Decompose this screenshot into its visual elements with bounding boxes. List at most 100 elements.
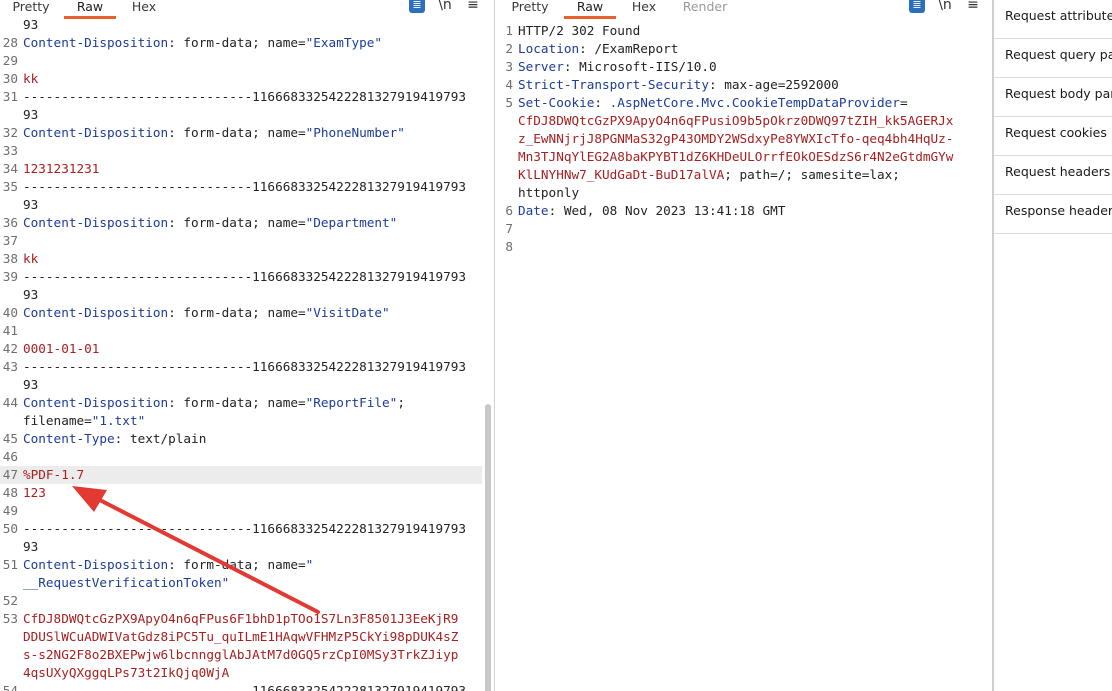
code-line: Set-Cookie: .AspNetCore.Mvc.CookieTempDa… [518, 94, 908, 112]
code-token: Content-Type [23, 431, 115, 446]
response-view-tabs: Pretty Raw Hex Render ≣ \n ≡ [495, 0, 992, 19]
tab-raw[interactable]: Raw [64, 0, 116, 19]
code-token: Set-Cookie [518, 95, 595, 110]
line-number: 5 [505, 95, 513, 110]
code-line: Content-Disposition: form-data; name="Vi… [23, 304, 390, 322]
request-raw-editor[interactable]: 93 28 Content-Disposition: form-data; name… [0, 16, 494, 691]
inspector-request-body-params[interactable]: Request body para [994, 78, 1112, 117]
code-token: Mn3TJNqYlEG2A8baKPYBT1dZ6KHDeULOrrfEOkOE… [518, 149, 954, 164]
code-token: : /ExamReport [579, 41, 679, 56]
menu-icon[interactable]: ≡ [965, 0, 981, 13]
wrap-icon[interactable]: ≣ [909, 0, 925, 13]
code-line: kk [23, 70, 38, 88]
code-token: 0001-01-01 [23, 341, 100, 356]
code-token: "VisitDate" [305, 305, 390, 320]
code-token: ------------------------------1166683325… [23, 521, 467, 536]
request-editor-pane: Pretty Raw Hex ≣ \n ≡ 93 28 Content-Dispos… [0, 0, 495, 691]
code-token: : form-data; name= [168, 125, 306, 140]
code-token: "PhoneNumber" [305, 125, 405, 140]
request-scrollbar[interactable] [485, 404, 491, 691]
code-token: : text/plain [114, 431, 207, 446]
code-token: 93 [23, 17, 39, 32]
line-number: 47 [2, 467, 18, 482]
code-line: DDUSlWCuADWIVatGdz8iPC5Tu_quILmE1HAqwVFH… [23, 628, 458, 646]
line-number: 42 [2, 341, 18, 356]
newline-icon[interactable]: \n [937, 0, 953, 13]
code-token: KlLNYHNw7_KUdGaDt-BuD17alVA [518, 167, 725, 182]
code-line: Server: Microsoft-IIS/10.0 [518, 58, 717, 76]
menu-icon[interactable]: ≡ [465, 0, 481, 13]
response-editor-pane: Pretty Raw Hex Render ≣ \n ≡ 1 HTTP/2 302… [495, 0, 994, 691]
line-number: 40 [2, 305, 18, 320]
code-token: __RequestVerificationToken" [23, 575, 230, 590]
line-number: 54 [2, 683, 18, 691]
code-token: : form-data; name= [168, 35, 306, 50]
code-token: CfDJ8DWQtcGzPX9ApyO4n6qFPusiO9b5pOkrz0DW… [518, 113, 954, 128]
tab-pretty[interactable]: Pretty [505, 0, 555, 16]
code-line: filename="1.txt" [23, 412, 145, 430]
code-token: Content-Disposition [23, 215, 169, 230]
code-token: 93 [23, 539, 39, 554]
newline-icon[interactable]: \n [437, 0, 453, 13]
code-line: %PDF-1.7 [23, 466, 84, 484]
code-token: Location [518, 41, 580, 56]
wrap-icon[interactable]: ≣ [409, 0, 425, 13]
code-token: ------------------------------1166683325… [23, 359, 467, 374]
inspector-request-cookies[interactable]: Request cookies [994, 117, 1112, 156]
code-token: 93 [23, 107, 39, 122]
line-number: 7 [505, 221, 513, 236]
code-line: __RequestVerificationToken" [23, 574, 229, 592]
code-token: = [899, 95, 908, 110]
inspector-request-attributes[interactable]: Request attributes [994, 0, 1112, 39]
code-token: kk [23, 251, 39, 266]
code-line: z_EwNNjrjJ8PGNMaS32gP43OMDY2WSdxyPe8YWXI… [518, 130, 953, 148]
line-number: 44 [2, 395, 18, 410]
code-line: ------------------------------1166683325… [23, 520, 466, 538]
line-number: 48 [2, 485, 18, 500]
code-line: ------------------------------1166683325… [23, 682, 466, 691]
inspector-request-query-params[interactable]: Request query para [994, 39, 1112, 78]
line-number: 31 [2, 89, 18, 104]
code-token: : form-data; name= [168, 557, 306, 572]
code-token: CfDJ8DWQtcGzPX9ApyO4n6qFPus6F1bhD1pTOo1S… [23, 611, 459, 626]
code-line: 1231231231 [23, 160, 99, 178]
inspector-request-headers[interactable]: Request headers [994, 156, 1112, 195]
code-line: Content-Disposition: form-data; name=" [23, 556, 313, 574]
code-token: Content-Disposition [23, 305, 169, 320]
line-number: 50 [2, 521, 18, 536]
code-token: DDUSlWCuADWIVatGdz8iPC5Tu_quILmE1HAqwVFH… [23, 629, 459, 644]
line-number: 30 [2, 71, 18, 86]
code-line: CfDJ8DWQtcGzPX9ApyO4n6qFPusiO9b5pOkrz0DW… [518, 112, 953, 130]
code-token: HTTP/2 302 Found [518, 23, 641, 38]
line-number: 36 [2, 215, 18, 230]
code-token: 93 [23, 197, 39, 212]
tab-hex[interactable]: Hex [624, 0, 664, 16]
code-token: .AspNetCore.Mvc.CookieTempDataProvider [609, 95, 900, 110]
line-number: 28 [2, 35, 18, 50]
inspector-response-headers[interactable]: Response headers [994, 195, 1112, 234]
tab-render[interactable]: Render [678, 0, 732, 16]
code-line: CfDJ8DWQtcGzPX9ApyO4n6qFPus6F1bhD1pTOo1S… [23, 610, 458, 628]
tab-hex[interactable]: Hex [124, 0, 164, 16]
tab-pretty[interactable]: Pretty [6, 0, 56, 16]
code-token: httponly [518, 185, 580, 200]
line-number: 37 [2, 233, 18, 248]
line-number: 39 [2, 269, 18, 284]
line-number: 52 [2, 593, 18, 608]
code-token: Server [518, 59, 564, 74]
line-number: 45 [2, 431, 18, 446]
code-token: s-s2NG2F8o2BXEPwjw6lbcnngglAbJAtM7d0GQ5r… [23, 647, 459, 662]
code-token: ------------------------------1166683325… [23, 269, 467, 284]
code-token: : [594, 95, 610, 110]
code-token: ------------------------------1166683325… [23, 179, 467, 194]
code-token: Content-Disposition [23, 557, 169, 572]
line-number: 2 [505, 41, 513, 56]
code-line: s-s2NG2F8o2BXEPwjw6lbcnngglAbJAtM7d0GQ5r… [23, 646, 458, 664]
code-line: 93 [23, 16, 38, 34]
tab-raw[interactable]: Raw [564, 0, 616, 19]
response-raw-editor[interactable]: 1 HTTP/2 302 Found 2 Location: /ExamReport 3… [495, 22, 992, 691]
code-token: Date [518, 203, 549, 218]
code-line: 0001-01-01 [23, 340, 99, 358]
code-token: kk [23, 71, 39, 86]
code-line: ------------------------------1166683325… [23, 268, 466, 286]
